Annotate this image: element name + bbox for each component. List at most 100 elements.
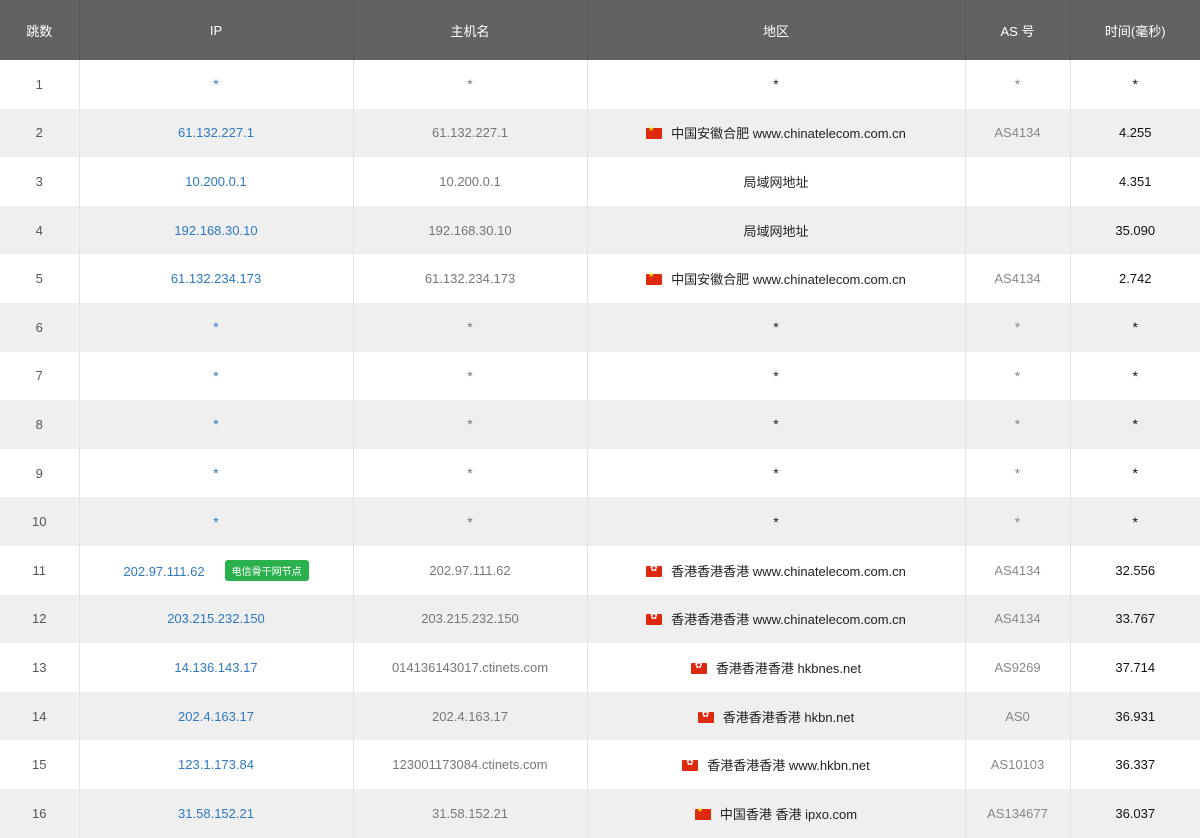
region-text: * [773, 416, 779, 433]
asn-cell: AS10103 [965, 740, 1071, 789]
asn-cell: AS134677 [965, 788, 1071, 838]
hk-flag-icon [646, 612, 663, 626]
ip-link[interactable]: 123.1.173.84 [178, 757, 254, 772]
ip-link[interactable]: 10.200.0.1 [185, 174, 246, 189]
ip-cell: * [79, 60, 354, 109]
time-cell: 37.714 [1115, 659, 1156, 675]
table-row: 15 123.1.173.84 123001173084.ctinets.com 香港… [0, 740, 1200, 789]
ip-cell: * [79, 448, 354, 498]
region-text: 中国安徽合肥 www.chinatelecom.com.cn [671, 272, 906, 288]
table-header: 跳数 IP 主机名 地区 AS 号 时间(毫秒) [0, 0, 1200, 60]
region-text: 香港香港香港 hkbnes.net [715, 660, 862, 676]
ip-link[interactable]: 203.215.232.150 [167, 611, 265, 626]
time-cell: 36.337 [1115, 757, 1156, 773]
time-cell: * [1132, 367, 1138, 384]
region-text: * [773, 513, 779, 530]
column-header-hop: 跳数 [0, 0, 80, 60]
region-cell: * [587, 400, 966, 449]
asn-cell: * [965, 60, 1071, 109]
cn-flag-icon [694, 806, 711, 820]
ip-link[interactable]: 14.136.143.17 [174, 660, 257, 675]
asn-cell: * [965, 400, 1071, 449]
time-cell: 2.742 [1118, 271, 1152, 287]
asn-cell: AS4134 [965, 545, 1071, 595]
ip-link[interactable]: 202.4.163.17 [178, 709, 254, 724]
ip-link[interactable]: 31.58.152.21 [178, 806, 254, 821]
hk-flag-icon [646, 564, 663, 577]
ip-cell: * [79, 400, 354, 449]
column-header-ip: IP [79, 0, 354, 60]
ip-cell: 61.132.227.1 [79, 108, 354, 158]
hop-cell: 11 [0, 545, 80, 595]
time-cell: 33.767 [1115, 611, 1156, 627]
ip-link[interactable]: * [213, 465, 218, 481]
table-row: 14 202.4.163.17 202.4.163.17 香港香港香港 hkbn.ne… [0, 691, 1200, 741]
hostname-cell: * [353, 351, 588, 401]
asn-cell: AS4134 [965, 254, 1071, 303]
region-text: 香港香港香港 hkbn.net [722, 709, 855, 725]
ip-link[interactable]: * [213, 319, 218, 335]
region-cell: 中国香港 香港 ipxo.com [587, 788, 966, 838]
hop-cell: 7 [0, 351, 80, 401]
region-text: * [773, 367, 779, 384]
hostname-cell: 014136143017.ctinets.com [353, 643, 588, 692]
region-cell: 中国安徽合肥 www.chinatelecom.com.cn [587, 108, 966, 158]
region-cell: * [587, 497, 966, 546]
region-cell: 香港香港香港 hkbnes.net [587, 643, 966, 692]
header-row: 跳数 IP 主机名 地区 AS 号 时间(毫秒) [0, 0, 1200, 60]
time-cell: 4.351 [1118, 173, 1152, 189]
ip-cell: 10.200.0.1 [79, 157, 354, 206]
cn-flag-icon [646, 125, 663, 140]
asn-cell: AS0 [965, 691, 1071, 741]
region-cell: 中国安徽合肥 www.chinatelecom.com.cn [587, 254, 966, 303]
ip-cell: 192.168.30.10 [79, 205, 354, 255]
asn-cell [965, 157, 1071, 206]
hostname-cell: 10.200.0.1 [353, 157, 588, 206]
region-cell: * [587, 302, 966, 352]
ip-link[interactable]: * [213, 416, 218, 432]
region-cell: * [587, 351, 966, 401]
table-row: 9 * * * * * [0, 448, 1200, 498]
asn-cell: AS4134 [965, 108, 1071, 158]
ip-cell: * [79, 302, 354, 352]
ip-cell: 123.1.173.84 [79, 740, 354, 789]
hostname-cell: * [353, 497, 588, 546]
ip-link[interactable]: 202.97.111.62 [123, 564, 204, 579]
hop-cell: 10 [0, 497, 80, 546]
asn-cell: * [965, 448, 1071, 498]
time-cell: 36.931 [1115, 708, 1156, 724]
region-cell: 香港香港香港 www.chinatelecom.com.cn [587, 545, 966, 595]
traceroute-table: 跳数 IP 主机名 地区 AS 号 时间(毫秒) 1 * * * * * 2 61.132.2… [0, 0, 1200, 838]
table-row: 12 203.215.232.150 203.215.232.150 香港香港香港 w… [0, 594, 1200, 644]
table-row: 11 202.97.111.62 电信骨干网节点 202.97.111.62 香港香港香… [0, 545, 1200, 595]
backbone-node-badge: 电信骨干网节点 [224, 559, 309, 581]
ip-cell: 202.97.111.62 电信骨干网节点 [79, 545, 354, 595]
region-text: * [773, 319, 779, 336]
ip-cell: 31.58.152.21 [79, 788, 354, 838]
region-text: 中国安徽合肥 www.chinatelecom.com.cn [671, 126, 906, 142]
table-row: 16 31.58.152.21 31.58.152.21 中国香港 香港 ipxo.c… [0, 788, 1200, 838]
ip-cell: 202.4.163.17 [79, 691, 354, 741]
asn-cell: * [965, 497, 1071, 546]
hop-cell: 12 [0, 594, 80, 644]
hostname-cell: 202.4.163.17 [353, 691, 588, 741]
table-row: 7 * * * * * [0, 351, 1200, 401]
ip-cell: * [79, 351, 354, 401]
time-cell: * [1132, 76, 1138, 93]
region-cell: * [587, 60, 966, 109]
ip-cell: 203.215.232.150 [79, 594, 354, 644]
asn-cell [965, 205, 1071, 255]
region-text: * [773, 76, 779, 93]
asn-cell: * [965, 351, 1071, 401]
ip-link[interactable]: * [213, 368, 218, 384]
hop-cell: 3 [0, 157, 80, 206]
ip-link[interactable]: * [213, 514, 218, 530]
hostname-cell: 61.132.234.173 [353, 254, 588, 303]
time-cell: 36.037 [1115, 805, 1156, 821]
ip-link[interactable]: * [213, 76, 218, 92]
ip-link[interactable]: 61.132.234.173 [171, 271, 261, 286]
ip-link[interactable]: 61.132.227.1 [178, 125, 254, 140]
ip-link[interactable]: 192.168.30.10 [174, 223, 257, 238]
hop-cell: 2 [0, 108, 80, 158]
region-text: 中国香港 香港 ipxo.com [719, 806, 858, 822]
